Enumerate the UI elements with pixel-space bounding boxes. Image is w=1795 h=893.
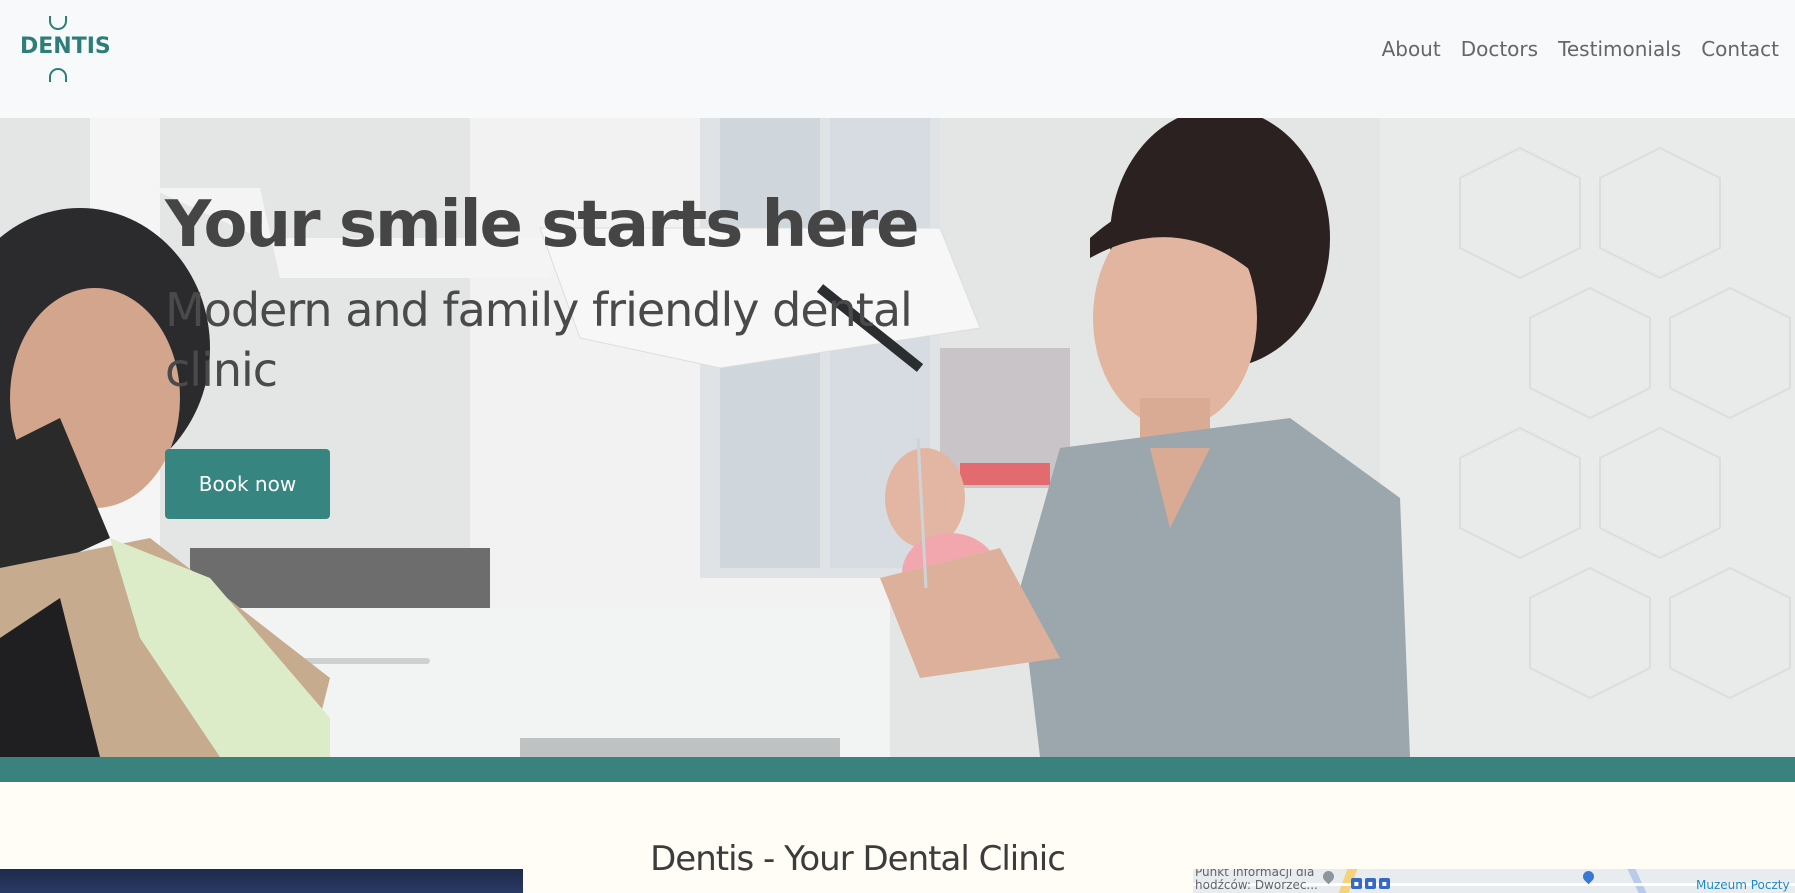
location-map[interactable]: Punkt informacji dla hodźców: Dworzec...… — [1193, 869, 1795, 893]
hero-subtitle: Modern and family friendly dental clinic — [165, 283, 913, 397]
accent-band — [0, 757, 1795, 782]
logo-arc-bottom-icon — [49, 68, 67, 82]
map-label-museum[interactable]: Muzeum Poczty — [1696, 879, 1790, 892]
map-label-line: hodźców: Dworzec... — [1195, 878, 1318, 892]
nav-link-doctors[interactable]: Doctors — [1461, 37, 1538, 61]
hero-section: Your smile starts here Modern and family… — [0, 118, 1795, 757]
hero-title: Your smile starts here — [165, 188, 920, 262]
logo-text: DENTIS — [20, 34, 111, 59]
logo-arc-top-icon — [49, 16, 67, 30]
nav-link-testimonials[interactable]: Testimonials — [1558, 37, 1681, 61]
main-nav: About Doctors Testimonials Contact — [1382, 37, 1779, 61]
bus-stop-icon[interactable]: ▪ — [1365, 878, 1376, 889]
intro-section: Dentis - Your Dental Clinic Punkt inform… — [0, 782, 1795, 893]
nav-link-about[interactable]: About — [1382, 37, 1441, 61]
map-road — [1627, 869, 1647, 893]
bus-stop-icon[interactable]: ▪ — [1351, 878, 1362, 889]
map-pin-icon[interactable] — [1320, 869, 1337, 885]
nav-link-contact[interactable]: Contact — [1701, 37, 1779, 61]
map-pin-icon[interactable] — [1580, 869, 1597, 885]
bus-stop-icon[interactable]: ▪ — [1379, 878, 1390, 889]
logo[interactable]: DENTIS — [20, 16, 111, 86]
map-label-info-point[interactable]: Punkt informacji dla hodźców: Dworzec... — [1195, 869, 1318, 892]
site-header: DENTIS About Doctors Testimonials Contac… — [0, 0, 1795, 118]
book-now-button[interactable]: Book now — [165, 449, 330, 519]
